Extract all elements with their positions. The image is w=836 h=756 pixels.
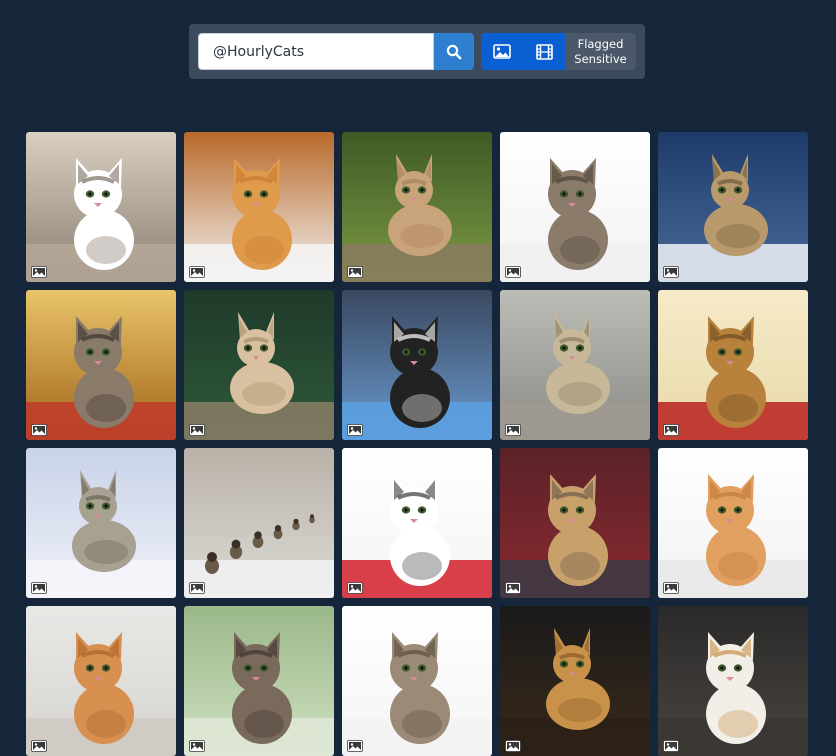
image-icon [189, 266, 205, 278]
image-icon [505, 740, 521, 752]
gallery-item[interactable] [184, 132, 334, 282]
image-icon [663, 266, 679, 278]
gallery-item[interactable] [26, 290, 176, 440]
cat-photo [184, 290, 334, 440]
sensitive-label: Sensitive [574, 51, 627, 66]
media-filter-group: Flagged Sensitive [481, 33, 636, 70]
cat-photo [658, 448, 808, 598]
image-icon [31, 266, 47, 278]
gallery-item[interactable] [500, 606, 650, 756]
videos-filter-button[interactable] [523, 33, 565, 70]
image-icon [189, 740, 205, 752]
gallery-item[interactable] [26, 606, 176, 756]
images-filter-button[interactable] [481, 33, 523, 70]
gallery-item[interactable] [26, 448, 176, 598]
cat-photo [184, 448, 334, 598]
gallery-item[interactable] [342, 132, 492, 282]
cat-photo [500, 132, 650, 282]
cat-photo [26, 606, 176, 756]
gallery-item[interactable] [658, 290, 808, 440]
image-icon [663, 424, 679, 436]
image-icon [347, 740, 363, 752]
image-icon [347, 582, 363, 594]
image-icon [31, 582, 47, 594]
gallery-item[interactable] [342, 606, 492, 756]
cat-photo [342, 448, 492, 598]
gallery-item[interactable] [500, 132, 650, 282]
image-icon [189, 424, 205, 436]
flagged-label: Flagged [577, 36, 624, 51]
cat-photo [184, 606, 334, 756]
gallery-item[interactable] [342, 448, 492, 598]
image-icon [347, 424, 363, 436]
cat-photo [26, 132, 176, 282]
cat-photo [26, 290, 176, 440]
cat-photo [342, 606, 492, 756]
cat-photo [342, 132, 492, 282]
cat-photo [26, 448, 176, 598]
gallery-item[interactable] [658, 132, 808, 282]
cat-photo [658, 606, 808, 756]
cat-photo [342, 290, 492, 440]
cat-photo [500, 448, 650, 598]
gallery-item[interactable] [26, 132, 176, 282]
image-icon [663, 582, 679, 594]
image-icon [663, 740, 679, 752]
gallery-item[interactable] [500, 290, 650, 440]
cat-photo [184, 132, 334, 282]
gallery-item[interactable] [184, 290, 334, 440]
image-icon [189, 582, 205, 594]
image-icon [493, 44, 511, 59]
image-icon [505, 582, 521, 594]
cat-photo [500, 290, 650, 440]
image-icon [31, 424, 47, 436]
flagged-sensitive-toggle[interactable]: Flagged Sensitive [565, 33, 636, 70]
gallery-item[interactable] [184, 606, 334, 756]
image-icon [347, 266, 363, 278]
cat-photo [658, 290, 808, 440]
cat-photo [658, 132, 808, 282]
film-icon [535, 43, 553, 60]
search-input[interactable] [198, 33, 434, 70]
image-icon [505, 266, 521, 278]
image-icon [31, 740, 47, 752]
gallery-item[interactable] [342, 290, 492, 440]
search-toolbar: Flagged Sensitive [189, 24, 645, 79]
image-gallery [26, 132, 808, 756]
search-button[interactable] [434, 33, 474, 70]
gallery-item[interactable] [658, 606, 808, 756]
gallery-item[interactable] [184, 448, 334, 598]
gallery-item[interactable] [658, 448, 808, 598]
cat-photo [500, 606, 650, 756]
gallery-item[interactable] [500, 448, 650, 598]
search-icon [446, 44, 462, 59]
image-icon [505, 424, 521, 436]
